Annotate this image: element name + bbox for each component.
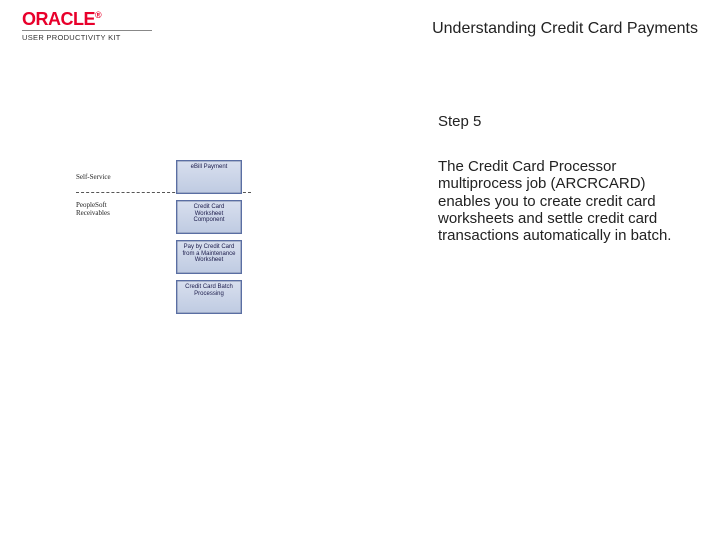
lane-label-receivables: PeopleSoft Receivables [76,202,110,217]
step-label: Step 5 [438,113,481,130]
registered-mark: ® [95,10,101,20]
diagram-box-column: eBill Payment Credit Card Worksheet Comp… [176,160,246,320]
oracle-logo: ORACLE® [22,10,152,28]
diagram-box-worksheet: Credit Card Worksheet Component [176,200,242,234]
diagram-box-pay-by-card: Pay by Credit Card from a Maintenance Wo… [176,240,242,274]
product-line-label: USER PRODUCTIVITY KIT [22,33,152,42]
diagram-box-batch: Credit Card Batch Processing [176,280,242,314]
oracle-logo-text: ORACLE [22,9,95,29]
diagram-box-ebill: eBill Payment [176,160,242,194]
branding-block: ORACLE® USER PRODUCTIVITY KIT [22,10,152,42]
step-body: The Credit Card Processor multiprocess j… [438,158,700,244]
logo-divider [22,30,152,31]
lane-label-self-service: Self-Service [76,174,111,182]
page-title: Understanding Credit Card Payments [432,20,698,38]
